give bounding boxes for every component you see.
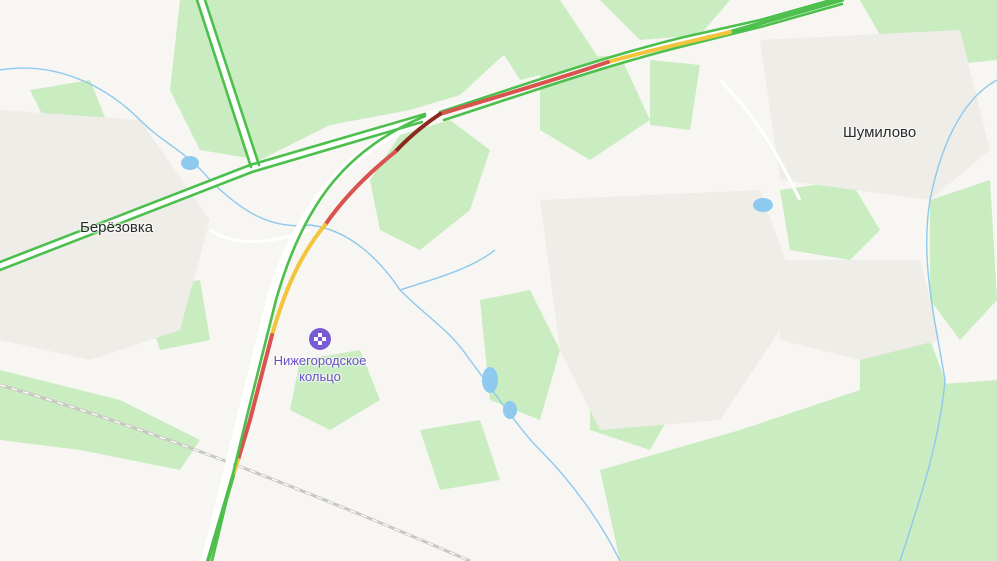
residential-area (760, 30, 990, 200)
map-canvas[interactable]: Берёзовка Шумилово Нижегородское кольцо (0, 0, 997, 561)
poi-label-line2: кольцо (299, 369, 341, 384)
map-base-layer (0, 0, 997, 561)
lake (753, 198, 773, 212)
residential-area (780, 260, 940, 360)
traffic-free (728, 0, 844, 34)
residential-area (540, 190, 800, 430)
forest-area (650, 60, 700, 130)
poi-nizhegorodskoe-koltso[interactable]: Нижегородское кольцо (240, 328, 400, 385)
lake (181, 156, 199, 170)
forest-area (930, 180, 997, 340)
poi-label-line1: Нижегородское (273, 353, 367, 368)
river (399, 249, 496, 291)
place-label-berezovka: Берёзовка (80, 219, 154, 236)
checkered-flag-icon (309, 328, 331, 350)
forest-area (480, 290, 560, 420)
forest-area (0, 370, 200, 470)
place-label-shumilovo: Шумилово (843, 124, 917, 141)
forest-area (420, 420, 500, 490)
lake (503, 401, 517, 419)
